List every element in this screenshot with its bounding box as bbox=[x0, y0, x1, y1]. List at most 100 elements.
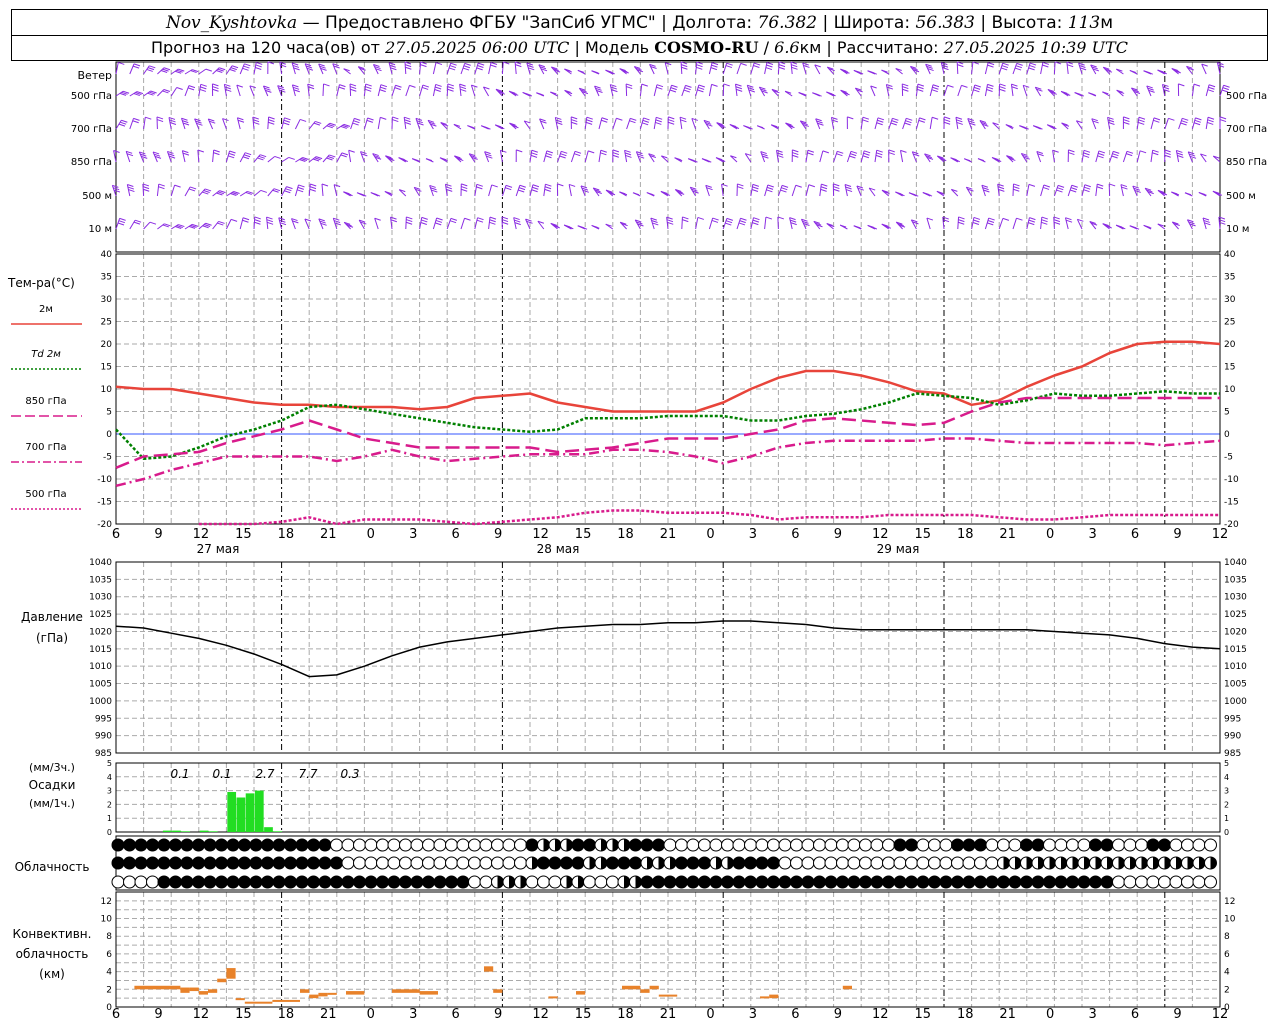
cloud-symbol bbox=[594, 875, 608, 889]
wind-barb-feather bbox=[380, 86, 387, 90]
cloud-symbol bbox=[1100, 838, 1114, 852]
wind-barb-feather bbox=[367, 117, 374, 121]
wind-barb-feather bbox=[514, 222, 521, 226]
wind-barb bbox=[598, 117, 603, 130]
wind-barb-feather bbox=[1042, 186, 1050, 190]
cloud-symbol bbox=[778, 838, 792, 852]
wind-barb-feather bbox=[121, 119, 128, 123]
cloud-symbol bbox=[939, 856, 953, 870]
wind-barb-feather bbox=[1028, 222, 1035, 226]
wind-barb-feather bbox=[1083, 152, 1090, 156]
cloud-symbol bbox=[1181, 875, 1194, 889]
cloud-symbol bbox=[1169, 875, 1183, 889]
wind-barb-feather bbox=[244, 63, 251, 67]
wind-barb bbox=[1012, 218, 1017, 230]
wind-barb-feather bbox=[1223, 84, 1230, 88]
wind-barb-feather bbox=[231, 65, 239, 69]
conv-segment bbox=[576, 991, 586, 995]
conv-unit: (км) bbox=[39, 967, 65, 981]
y-tick-right: 985 bbox=[1224, 749, 1241, 759]
cloud-symbol bbox=[456, 838, 470, 852]
wind-barb-feather bbox=[1152, 149, 1159, 153]
wind-barb-feather bbox=[253, 121, 260, 125]
cloud-symbol bbox=[307, 856, 320, 870]
wind-barb-feather bbox=[876, 122, 883, 126]
cloud-symbol bbox=[1077, 875, 1091, 889]
legend-label-t500: 500 гПа bbox=[25, 489, 66, 500]
wind-barb bbox=[679, 117, 683, 130]
cloud-symbol bbox=[433, 856, 447, 870]
x-tick-label: 18 bbox=[957, 527, 974, 542]
x-tick-label: 6 bbox=[1131, 527, 1139, 542]
y-tick-left: 1015 bbox=[89, 645, 112, 655]
wind-barb-feather bbox=[679, 116, 687, 120]
cloud-symbol bbox=[663, 838, 677, 852]
precip-bar bbox=[245, 793, 255, 832]
cloud-symbol bbox=[755, 856, 769, 870]
wind-barb-feather bbox=[862, 116, 870, 120]
wind-barb-feather bbox=[1126, 153, 1133, 157]
cloud-symbol bbox=[387, 875, 401, 889]
cloud-symbol bbox=[272, 838, 286, 852]
wind-barb bbox=[460, 218, 465, 230]
cloud-symbol bbox=[905, 875, 918, 889]
cloud-symbol bbox=[146, 856, 159, 870]
wind-barb bbox=[1120, 184, 1124, 197]
wind-barb-feather bbox=[737, 186, 744, 190]
cloud-symbol bbox=[261, 838, 274, 852]
cloud-symbol bbox=[824, 875, 838, 889]
wind-barb-feather bbox=[321, 183, 329, 187]
cloud-symbol bbox=[939, 838, 953, 852]
wind-barb-feather bbox=[313, 122, 321, 126]
cloud-symbol bbox=[169, 856, 182, 870]
x-tick-label: 6 bbox=[452, 1007, 460, 1022]
cloud-symbol bbox=[238, 856, 251, 870]
wind-barb-feather bbox=[435, 83, 442, 87]
wind-barb-feather bbox=[477, 217, 484, 221]
wind-barb-feather bbox=[450, 62, 457, 66]
cloud-symbol bbox=[1066, 875, 1079, 889]
wind-barb-feather bbox=[477, 62, 485, 66]
wind-barb-feather bbox=[1067, 64, 1074, 68]
wind-barb-feather bbox=[255, 64, 262, 68]
wind-barb-feather bbox=[1108, 121, 1115, 125]
wind-barb-feather bbox=[902, 86, 909, 90]
wind-barb-feather bbox=[1053, 219, 1061, 223]
wind-barb-feather bbox=[205, 68, 213, 72]
cloud-symbol bbox=[364, 875, 378, 889]
conv-segment bbox=[346, 991, 365, 995]
cloud-symbol bbox=[261, 856, 274, 870]
wind-barb-feather bbox=[1180, 122, 1187, 126]
cloud-symbol bbox=[1031, 875, 1045, 889]
wind-level-label: 10 м bbox=[89, 224, 112, 235]
cloud-symbol bbox=[813, 875, 826, 889]
cloud-symbol bbox=[767, 875, 780, 889]
wind-barb-feather bbox=[462, 67, 470, 71]
wind-barb-feather bbox=[380, 116, 387, 120]
wind-barb bbox=[1053, 61, 1056, 75]
wind-barb bbox=[680, 61, 683, 75]
cloud-symbol bbox=[445, 875, 458, 889]
x-tick-label: 15 bbox=[575, 1007, 592, 1022]
wind-barb bbox=[598, 150, 602, 163]
wind-barb-feather bbox=[1162, 86, 1170, 90]
wind-barb-feather bbox=[616, 117, 623, 121]
wind-barb-feather bbox=[464, 62, 471, 66]
cloud-symbol bbox=[284, 875, 297, 889]
x-tick-label: 3 bbox=[1088, 527, 1096, 542]
cloud-symbol bbox=[180, 875, 194, 889]
x-tick-label: 15 bbox=[914, 1007, 931, 1022]
wind-barb-feather bbox=[568, 183, 576, 187]
wind-barb-feather bbox=[642, 119, 649, 123]
cloud-symbol bbox=[732, 838, 746, 852]
wind-barb-feather bbox=[127, 184, 134, 188]
wind-barb-feather bbox=[766, 61, 774, 65]
wind-barb-feather bbox=[655, 119, 662, 123]
x-tick-label: 3 bbox=[409, 527, 417, 542]
conv-segment bbox=[309, 994, 319, 999]
wind-barb-feather bbox=[683, 89, 691, 93]
legend-label-t850: 850 гПа bbox=[25, 396, 66, 407]
wind-level-label: 500 м bbox=[82, 191, 112, 202]
cloud-symbol bbox=[629, 838, 642, 852]
wind-level-label-right: 700 гПа bbox=[1226, 124, 1267, 135]
